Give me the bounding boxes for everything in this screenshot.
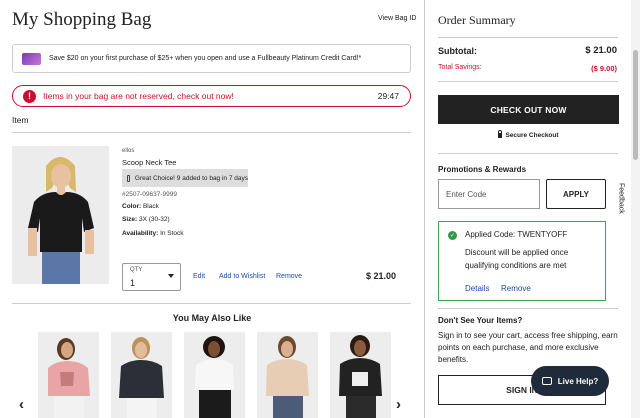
- item-column-header: Item: [12, 115, 29, 125]
- alert-text: Items in your bag are not reserved, chec…: [43, 91, 234, 101]
- product-size: Size: 3X (30-32): [122, 216, 170, 223]
- shopping-bag-icon: [127, 174, 130, 182]
- qty-value: 1: [130, 278, 136, 288]
- credit-card-promo-banner[interactable]: Save $20 on your first purchase of $25+ …: [12, 44, 411, 73]
- subtotal-value: $ 21.00: [585, 45, 617, 56]
- secure-checkout-label: Secure Checkout: [505, 132, 559, 139]
- quantity-select[interactable]: QTY 1: [122, 263, 181, 291]
- promo-code-input[interactable]: [438, 179, 540, 209]
- check-circle-icon: ✓: [448, 231, 457, 240]
- view-bag-id-link[interactable]: View Bag ID: [378, 15, 416, 22]
- total-savings-value: ($ 9.00): [591, 64, 617, 73]
- recommended-product[interactable]: [257, 332, 318, 418]
- recommended-product[interactable]: [330, 332, 391, 418]
- color-label: Color:: [122, 203, 142, 210]
- recommended-product[interactable]: [184, 332, 245, 418]
- promotions-title: Promotions & Rewards: [438, 165, 527, 174]
- size-value: 3X (30-32): [138, 216, 170, 223]
- promo-banner-text: Save $20 on your first purchase of $25+ …: [49, 55, 362, 62]
- shopping-bag-panel: My Shopping Bag View Bag ID Save $20 on …: [0, 0, 420, 418]
- divider: [438, 308, 618, 309]
- promo-remove-link[interactable]: Remove: [501, 284, 531, 293]
- reservation-alert: ! Items in your bag are not reserved, ch…: [12, 85, 411, 107]
- size-label: Size:: [122, 216, 138, 223]
- product-availability: Availability: In Stock: [122, 230, 184, 237]
- line-item-price: $ 21.00: [366, 271, 397, 281]
- availability-value: In Stock: [160, 230, 184, 237]
- applied-code-note: Discount will be applied once qualifying…: [465, 248, 569, 270]
- applied-code-text: Applied Code: TWENTYOFF: [465, 230, 568, 239]
- recommended-product[interactable]: [111, 332, 172, 418]
- remove-item-link[interactable]: Remove: [276, 273, 302, 280]
- great-choice-text: Great Choice! 9 added to bag in 7 days: [134, 174, 248, 182]
- add-to-wishlist-link[interactable]: Add to Wishlist: [219, 273, 265, 280]
- divider: [12, 303, 411, 304]
- promo-details-link[interactable]: Details: [465, 284, 489, 293]
- product-name-link[interactable]: Scoop Neck Tee: [122, 158, 176, 167]
- divider: [438, 81, 618, 82]
- secure-checkout: Secure Checkout: [425, 130, 632, 139]
- alert-icon: !: [23, 89, 36, 103]
- divider: [12, 132, 411, 133]
- credit-card-icon: [22, 52, 41, 65]
- edit-item-link[interactable]: Edit: [193, 273, 205, 280]
- qty-label: QTY: [130, 267, 143, 273]
- carousel-next-icon[interactable]: ›: [396, 396, 401, 413]
- availability-label: Availability:: [122, 230, 159, 237]
- applied-code-box: ✓ Applied Code: TWENTYOFF Discount will …: [438, 221, 606, 301]
- total-savings-label: Total Savings:: [438, 64, 482, 71]
- subtotal-label: Subtotal:: [438, 46, 477, 56]
- product-color: Color: Black: [122, 203, 159, 210]
- feedback-tab[interactable]: Feedback: [611, 178, 631, 218]
- page-scrollbar[interactable]: [631, 0, 640, 418]
- order-summary-title: Order Summary: [438, 13, 516, 27]
- order-summary-panel: Order Summary Subtotal: $ 21.00 Total Sa…: [424, 0, 631, 418]
- live-help-label: Live Help?: [557, 376, 599, 386]
- checkout-button[interactable]: CHECK OUT NOW: [438, 95, 619, 124]
- product-sku: #2507-09637-9999: [122, 191, 177, 198]
- divider: [438, 153, 618, 154]
- you-may-also-like-title: You May Also Like: [172, 313, 252, 323]
- product-brand: ellos: [122, 148, 135, 154]
- chat-icon: [541, 377, 552, 385]
- live-help-button[interactable]: Live Help?: [531, 366, 609, 396]
- recommended-product[interactable]: [38, 332, 99, 418]
- chevron-down-icon: [168, 274, 174, 278]
- dont-see-items-text: Sign in to see your cart, access free sh…: [438, 331, 618, 364]
- page-title: My Shopping Bag: [12, 9, 152, 30]
- color-value: Black: [142, 203, 159, 210]
- divider: [438, 37, 618, 38]
- lock-icon: [498, 130, 503, 138]
- feedback-label: Feedback: [617, 182, 625, 214]
- dont-see-items-title: Don't See Your Items?: [438, 316, 523, 325]
- alert-timer: 29:47: [377, 91, 399, 101]
- scrollbar-thumb[interactable]: [633, 50, 638, 160]
- great-choice-badge: Great Choice! 9 added to bag in 7 days: [122, 169, 248, 187]
- carousel-prev-icon[interactable]: ‹: [19, 396, 24, 413]
- apply-code-button[interactable]: APPLY: [546, 179, 606, 209]
- product-image[interactable]: [12, 146, 109, 284]
